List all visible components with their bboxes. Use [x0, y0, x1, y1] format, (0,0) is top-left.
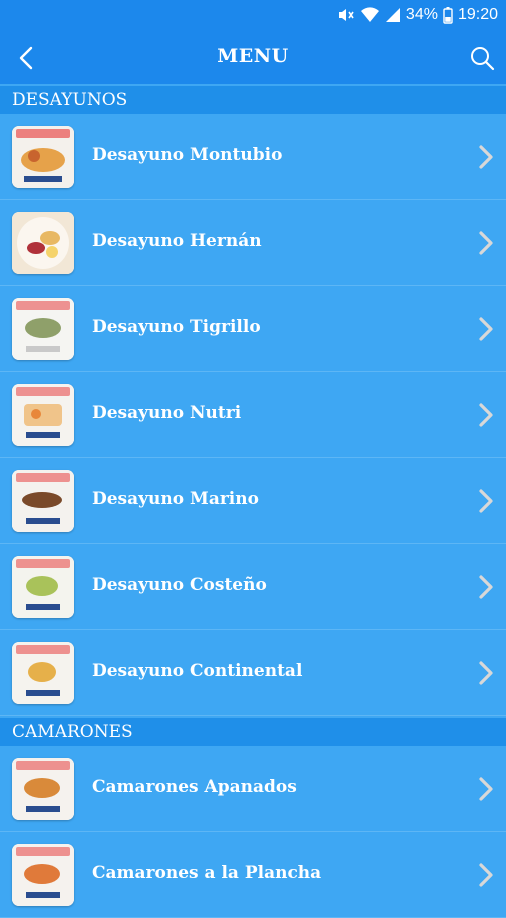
list-item[interactable]: Desayuno Montubio — [0, 114, 506, 200]
search-icon — [471, 47, 495, 71]
list-item[interactable]: Desayuno Tigrillo — [0, 286, 506, 372]
chevron-right-icon — [479, 317, 493, 341]
chevron-right-icon — [479, 403, 493, 427]
dish-thumbnail — [12, 556, 74, 618]
dish-thumbnail — [12, 126, 74, 188]
list-item[interactable]: Desayuno Continental — [0, 630, 506, 716]
list-item[interactable]: Camarones Apanados — [0, 746, 506, 832]
dish-thumbnail — [12, 298, 74, 360]
wifi-icon — [360, 6, 380, 24]
list-item[interactable]: Desayuno Marino — [0, 458, 506, 544]
item-label: Desayuno Costeño — [92, 575, 267, 595]
signal-icon — [385, 6, 401, 24]
chevron-right-icon — [479, 489, 493, 513]
dish-thumbnail — [12, 844, 74, 906]
dish-thumbnail — [12, 212, 74, 274]
item-label: Desayuno Hernán — [92, 231, 262, 251]
dish-thumbnail — [12, 758, 74, 820]
item-label: Desayuno Montubio — [92, 145, 283, 165]
item-label: Desayuno Nutri — [92, 403, 242, 423]
status-icons: 34% 19:20 — [337, 6, 498, 24]
chevron-right-icon — [479, 231, 493, 255]
clock: 19:20 — [457, 6, 498, 23]
page-title: MENU — [217, 45, 289, 67]
item-label: Camarones Apanados — [92, 777, 297, 797]
battery-percentage: 34% — [405, 6, 438, 23]
battery-icon — [443, 6, 453, 24]
list-item[interactable]: Desayuno Nutri — [0, 372, 506, 458]
chevron-right-icon — [479, 575, 493, 599]
chevron-right-icon — [479, 661, 493, 685]
search-button[interactable] — [468, 44, 496, 72]
chevron-right-icon — [479, 777, 493, 801]
section-header-desayunos: DESAYUNOS — [0, 86, 506, 114]
status-bar: 34% 19:20 — [0, 0, 506, 32]
item-label: Camarones a la Plancha — [92, 863, 322, 883]
mute-icon — [337, 6, 355, 24]
dish-thumbnail — [12, 642, 74, 704]
dish-thumbnail — [12, 384, 74, 446]
chevron-right-icon — [479, 145, 493, 169]
section-header-camarones: CAMARONES — [0, 718, 506, 746]
list-item[interactable]: Desayuno Costeño — [0, 544, 506, 630]
list-item[interactable]: Desayuno Hernán — [0, 200, 506, 286]
dish-thumbnail — [12, 470, 74, 532]
item-label: Desayuno Continental — [92, 661, 303, 681]
chevron-right-icon — [479, 863, 493, 887]
item-label: Desayuno Marino — [92, 489, 259, 509]
app-bar: MENU — [0, 32, 506, 84]
list-item[interactable]: Camarones a la Plancha — [0, 832, 506, 918]
item-label: Desayuno Tigrillo — [92, 317, 261, 337]
